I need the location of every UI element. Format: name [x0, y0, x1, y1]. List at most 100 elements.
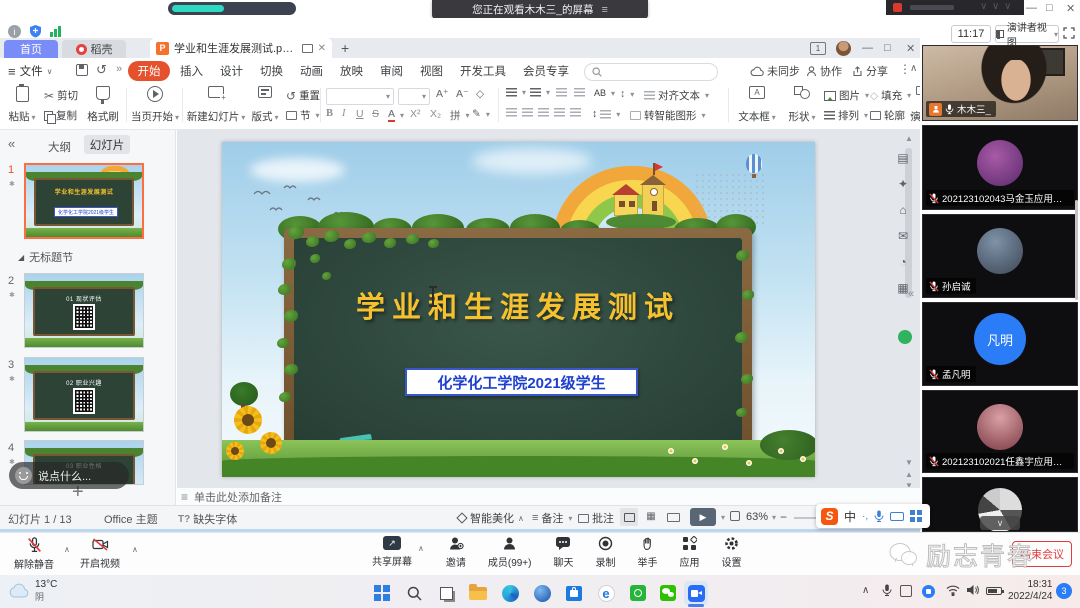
section-button[interactable]: 节▾ [286, 108, 320, 123]
scroll-down-icon[interactable]: ▼ [905, 458, 913, 467]
edge-browser-icon[interactable] [498, 581, 522, 605]
paste-button[interactable]: 粘贴▾ [4, 86, 40, 124]
tray-chevron-icon[interactable]: ∧ [862, 585, 869, 596]
share-options-chevron[interactable]: ∧ [418, 544, 424, 553]
meeting-close-button[interactable]: ✕ [1066, 2, 1075, 15]
tab-document[interactable]: P 学业和生涯发展测试.pptx ✕ [150, 38, 332, 58]
pinyin-button[interactable]: 拼▾ [450, 108, 470, 123]
ime-keyboard-icon[interactable] [890, 512, 904, 521]
invite-button[interactable]: 邀请 [446, 536, 466, 569]
align-left-button[interactable] [506, 108, 517, 117]
ribbon-tab-insert[interactable]: 插入 [180, 63, 203, 79]
tencent-meeting-icon[interactable] [684, 581, 708, 605]
smart-graphic-button[interactable]: 转智能图形▾ [630, 108, 706, 123]
raise-hand-button[interactable]: 举手 [637, 536, 657, 569]
sync-status-button[interactable]: 未同步 [750, 63, 800, 79]
sogou-logo[interactable]: S [821, 508, 838, 525]
chevron-down-icon[interactable]: ∨ [992, 1, 999, 12]
share-button[interactable]: 分享 [852, 63, 888, 79]
slide-editor[interactable]: 学业和生涯发展测试 化学化工学院2021级学生 [222, 142, 815, 477]
browser-sphere-icon[interactable] [530, 581, 554, 605]
panel-collapse-icon[interactable]: « [8, 136, 15, 151]
start-button[interactable] [370, 581, 394, 605]
highlight-pen-button[interactable]: ✎▾ [472, 108, 490, 120]
command-search-box[interactable] [584, 63, 718, 81]
grow-font-button[interactable]: A⁺ [436, 88, 449, 100]
panel-mail-icon[interactable]: ✉ [898, 230, 908, 242]
settings-button[interactable]: 设置 [721, 536, 741, 569]
notes-toggle-button[interactable]: ≡ 备注 ▾ [532, 510, 572, 526]
normal-view-button[interactable] [620, 508, 638, 526]
participant-tile[interactable]: 凡明 孟凡明 [922, 302, 1078, 386]
participant-tile[interactable]: 202123102021任鑫宇应用化学班 [922, 390, 1078, 473]
bullet-list-button[interactable]: ▾ [506, 88, 526, 97]
chevron-down-icon[interactable]: ∨ [1004, 1, 1011, 12]
slide-thumbnail-3[interactable]: 02 职业兴趣 [24, 357, 144, 432]
comment-bubble-icon[interactable] [302, 44, 313, 53]
wps-maximize-button[interactable]: □ [884, 42, 891, 54]
ribbon-tab-home[interactable]: 开始 [128, 61, 170, 81]
reset-button[interactable]: ↺重置 [286, 88, 320, 103]
arrange-button[interactable]: 排列▾ [824, 108, 868, 123]
account-avatar[interactable] [836, 41, 851, 56]
sorter-view-button[interactable]: ▦ [642, 508, 660, 526]
participant-tile[interactable]: 孙启诚 [922, 214, 1078, 298]
chevron-down-icon[interactable]: ∨ [980, 1, 987, 12]
speaker-icon[interactable] [966, 584, 979, 596]
bold-button[interactable]: B [326, 108, 333, 119]
taskbar-search-icon[interactable] [402, 581, 426, 605]
tab-outline[interactable]: 大纲 [48, 139, 71, 155]
share-screen-button[interactable]: ↗ 共享屏幕 [372, 536, 412, 568]
panel-expand-handle[interactable]: « [908, 288, 914, 300]
slide-title[interactable]: 学业和生涯发展测试 [312, 284, 724, 326]
zoom-level[interactable]: 63% ▾ [746, 511, 776, 523]
ribbon-tab-animation[interactable]: 动画 [300, 63, 323, 79]
theme-name[interactable]: Office 主题 [104, 511, 158, 527]
save-icon[interactable] [76, 64, 88, 76]
shield-icon[interactable] [29, 24, 42, 38]
superscript-button[interactable]: X² [410, 108, 421, 120]
slide-thumbnail-2[interactable]: 01 现状评估 [24, 273, 144, 348]
ime-mic-icon[interactable] [874, 510, 884, 523]
wechat-icon[interactable] [656, 581, 680, 605]
align-text-button[interactable]: 对齐文本▾ [644, 88, 709, 103]
ribbon-tab-member[interactable]: 会员专享 [523, 63, 569, 79]
ribbon-tab-view[interactable]: 视图 [420, 63, 443, 79]
banner-menu-icon[interactable]: ≡ [601, 4, 607, 16]
collapse-ribbon-icon[interactable]: ∧ [910, 63, 917, 74]
taskbar-clock[interactable]: 18:31 2022/4/24 [1008, 579, 1053, 602]
participant-tile[interactable]: 202123102043马金玉应用化学 [922, 125, 1078, 210]
panel-properties-icon[interactable]: ▤ [897, 152, 908, 164]
textbox-button[interactable]: A 文本框▾ [736, 86, 778, 124]
new-tab-button[interactable]: + [341, 40, 349, 56]
distribute-button[interactable] [570, 108, 581, 117]
line-spacing-button[interactable]: ↕▾ [592, 108, 620, 120]
tab-docer[interactable]: 稻壳 [62, 40, 126, 58]
weather-widget[interactable]: 13°C 阴 [8, 579, 57, 603]
fit-slide-icon[interactable] [730, 511, 740, 521]
vip-green-icon[interactable] [898, 330, 912, 344]
format-painter-button[interactable]: 格式刷 [84, 86, 122, 124]
cut-button[interactable]: ✂剪切 [44, 88, 78, 103]
ribbon-tab-slideshow[interactable]: 放映 [340, 63, 363, 79]
members-button[interactable]: 成员(99+) [488, 536, 532, 569]
collapse-videos-button[interactable]: ∨ [980, 516, 1020, 530]
battery-icon[interactable] [986, 587, 1002, 595]
new-slide-button[interactable]: + 新建幻灯片▾ [188, 86, 244, 124]
slideshow-dropdown-icon[interactable]: ▾ [721, 513, 725, 522]
meeting-maximize-button[interactable]: □ [1046, 2, 1053, 14]
notification-badge[interactable]: 3 [1056, 583, 1072, 599]
ime-lang-toggle[interactable]: 中 [844, 508, 856, 525]
file-explorer-icon[interactable] [466, 581, 490, 605]
wifi-icon[interactable] [946, 585, 960, 596]
ime-toolbox-icon[interactable] [910, 510, 915, 515]
emoji-icon[interactable] [15, 467, 32, 484]
font-color-button[interactable]: A▾ [388, 108, 404, 122]
comments-toggle-button[interactable]: 批注 [578, 510, 614, 526]
tab-slides[interactable]: 幻灯片 [84, 135, 130, 154]
danmaku-input-overlay[interactable]: 说点什么... [9, 462, 129, 489]
ie-browser-icon[interactable]: e [594, 581, 618, 605]
numbered-list-button[interactable]: ▾ [530, 88, 550, 97]
play-from-current-button[interactable]: 当页开始▾ [132, 86, 178, 124]
italic-button[interactable]: I [342, 108, 346, 119]
